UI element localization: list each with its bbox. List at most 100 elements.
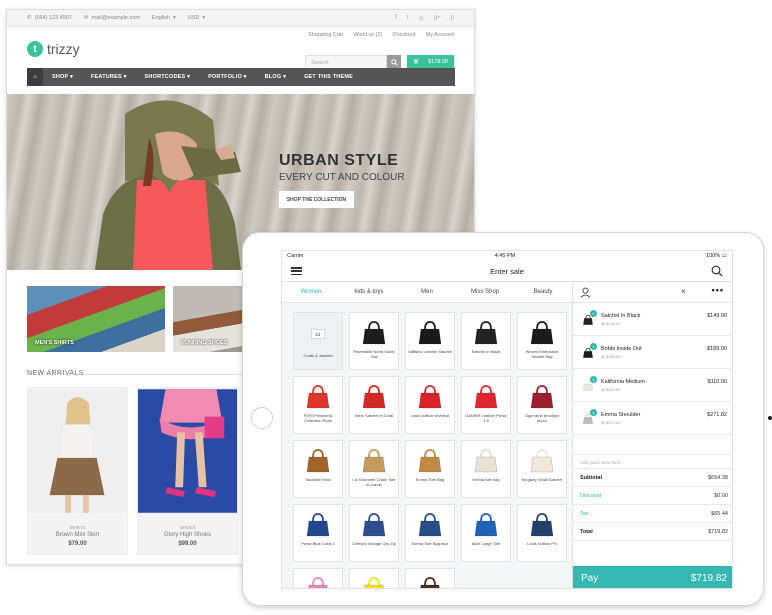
product-tile[interactable]: Louis Vuitton PH bbox=[517, 504, 567, 562]
facebook-icon[interactable]: f bbox=[395, 15, 397, 22]
cart-total: $178.00 bbox=[428, 59, 448, 65]
product-tile[interactable]: Oglo wine brooklyn purse bbox=[517, 376, 567, 434]
product-tile[interactable]: Liz Grommet Chain Tote in Camel bbox=[349, 440, 399, 498]
search-icon[interactable] bbox=[711, 265, 723, 277]
close-icon[interactable]: × bbox=[681, 287, 686, 296]
cart-line-item[interactable]: 1 Satchel In Black @ $149.00 $149.00 bbox=[573, 303, 732, 336]
tile-label: Emma tote bag bbox=[472, 477, 500, 482]
nav-item-shop[interactable]: SHOP ▾ bbox=[43, 74, 82, 80]
nav-item-features[interactable]: FEATURES ▾ bbox=[82, 74, 136, 80]
handbag-icon bbox=[360, 575, 388, 588]
product-name[interactable]: Brown Mini Skirt bbox=[28, 532, 127, 538]
product-tile[interactable] bbox=[349, 568, 399, 588]
cart-line-item[interactable]: 1 Emma Shoulder @ $271.82 $271.82 bbox=[573, 402, 732, 435]
my-account-link[interactable]: My Account bbox=[426, 32, 454, 38]
pinterest-icon[interactable]: p bbox=[451, 15, 454, 22]
category-tile[interactable]: 21 Coats & Jackets bbox=[293, 312, 343, 370]
tax-row[interactable]: Tax $65.44 bbox=[573, 505, 732, 523]
product-tile[interactable]: Satchel In Black bbox=[461, 312, 511, 370]
hamburger-menu-icon[interactable] bbox=[291, 267, 302, 275]
tile-label: Woven Embossed Handle Bag bbox=[525, 349, 559, 359]
cart-line-item[interactable]: 1 Bobbi Inside Out @ $189.00 $189.00 bbox=[573, 336, 732, 369]
product-card[interactable]: SKIRTS Brown Mini Skirt $79.00 bbox=[27, 387, 128, 555]
pay-button[interactable]: Pay $719.82 bbox=[573, 566, 732, 588]
language-select[interactable]: English ▾ bbox=[152, 15, 176, 21]
nav-label: BLOG bbox=[264, 74, 282, 80]
handbag-icon bbox=[304, 575, 332, 588]
product-tile[interactable]: FERI Primavera Collection Rose bbox=[293, 376, 343, 434]
battery-icon: ▭ bbox=[721, 253, 727, 259]
tile-label: Liz Grommet Chain Tote in Camel bbox=[352, 477, 396, 487]
nav-item-shortcodes[interactable]: SHORTCODES ▾ bbox=[136, 74, 200, 80]
checkout-link[interactable]: Checkout bbox=[392, 32, 415, 38]
category-tabs: Women kids & toys Men Miss Shop Beauty bbox=[282, 282, 572, 303]
nav-label: SHOP bbox=[52, 74, 69, 80]
wishlist-link[interactable]: WishList (2) bbox=[353, 32, 382, 38]
cart-button[interactable]: 🛒︎ $178.00 bbox=[407, 55, 454, 69]
product-tile[interactable]: Emma tote bag bbox=[461, 440, 511, 498]
customer-icon[interactable] bbox=[580, 287, 591, 298]
nav-label: FEATURES bbox=[91, 74, 122, 80]
product-tile[interactable]: Alice Large Tote bbox=[461, 504, 511, 562]
product-card[interactable]: SHOES Glory High Shoes $99.00 bbox=[137, 387, 238, 555]
nav-item-get-theme[interactable]: GET THIS THEME bbox=[295, 74, 362, 80]
product-tile[interactable]: Reversible North South Tote bbox=[349, 312, 399, 370]
tile-label: Kingsley Small Satchel bbox=[521, 477, 563, 482]
tab-men[interactable]: Men bbox=[398, 289, 456, 295]
more-options-icon[interactable]: ••• bbox=[712, 285, 724, 295]
logo[interactable]: t trizzy bbox=[27, 41, 80, 57]
product-tile[interactable]: Emma Tote Bag bbox=[405, 440, 455, 498]
shopping-cart-link[interactable]: Shopping Cart bbox=[308, 32, 343, 38]
carrier-label: Carrier bbox=[287, 253, 304, 259]
product-tile[interactable]: Emma Tote Bag blue bbox=[405, 504, 455, 562]
sale-panel: × ••• 1 Satchel In Black @ $149.00 $149.00 1… bbox=[572, 282, 732, 588]
mail-icon: ✉ bbox=[83, 15, 89, 21]
tile-label: FERI Primavera Collection Rose bbox=[303, 413, 333, 423]
search-button[interactable] bbox=[387, 55, 402, 69]
tab-beauty[interactable]: Beauty bbox=[514, 289, 572, 295]
product-tile[interactable]: Woven Embossed Handle Bag bbox=[517, 312, 567, 370]
search-input[interactable]: Search bbox=[305, 55, 388, 69]
tab-women[interactable]: Women bbox=[282, 289, 340, 295]
notes-input[interactable]: Add your notes here... bbox=[573, 454, 732, 469]
product-tile[interactable]: Studded Hobo bbox=[293, 440, 343, 498]
home-icon[interactable]: ⌂ bbox=[27, 68, 43, 86]
product-tile[interactable]: DANIER Leather Purse 1.5 bbox=[461, 376, 511, 434]
product-image bbox=[138, 389, 237, 513]
product-tile[interactable]: Louis vuitton neverfull bbox=[405, 376, 455, 434]
tile-label: Alice Large Tote bbox=[471, 541, 501, 546]
currency-select[interactable]: USD ▾ bbox=[188, 15, 205, 21]
handbag-icon bbox=[528, 383, 556, 411]
product-name[interactable]: Glory High Shoes bbox=[138, 532, 237, 538]
tile-label: Purse Blue Coral 2 bbox=[301, 541, 335, 546]
product-tile[interactable]: Purse Blue Coral 2 bbox=[293, 504, 343, 562]
googleplus-icon[interactable]: g+ bbox=[434, 15, 441, 22]
total-row: Total $719.82 bbox=[573, 523, 732, 541]
product-tile[interactable] bbox=[405, 568, 455, 588]
dribbble-icon[interactable]: ◎ bbox=[419, 15, 424, 22]
product-tile[interactable]: Saffiano Leather Satchel bbox=[405, 312, 455, 370]
tab-miss-shop[interactable]: Miss Shop bbox=[456, 289, 514, 295]
email-info[interactable]: ✉ mail@example.com bbox=[84, 15, 140, 21]
product-tile[interactable]: Kingsley Small Satchel bbox=[517, 440, 567, 498]
handbag-icon bbox=[360, 383, 388, 411]
subtotal-row: Subtotal $654.38 bbox=[573, 469, 732, 487]
item-unit-price: @ $110.00 bbox=[601, 387, 621, 392]
discount-row[interactable]: Discount $0.00 bbox=[573, 487, 732, 505]
cart-line-item[interactable]: 1 Kalifornia Medium @ $110.00 $110.00 bbox=[573, 369, 732, 402]
twitter-icon[interactable]: t bbox=[407, 15, 409, 22]
shop-collection-button[interactable]: SHOP THE COLLECTION bbox=[279, 191, 354, 208]
product-tile[interactable]: Irene Satchel in Coral bbox=[349, 376, 399, 434]
product-grid: 21 Coats & Jackets Reversible North South … bbox=[293, 312, 567, 588]
nav-item-blog[interactable]: BLOG ▾ bbox=[256, 74, 295, 80]
product-tile[interactable]: Chelsea Vintage City Zip bbox=[349, 504, 399, 562]
search-icon bbox=[390, 58, 398, 66]
tab-kids-toys[interactable]: kids & toys bbox=[340, 289, 398, 295]
category-mens-shirts[interactable]: MEN'S SHIRTS bbox=[27, 286, 165, 352]
quantity-badge: 1 bbox=[590, 376, 597, 383]
chevron-down-icon: ▾ bbox=[172, 15, 176, 21]
home-button[interactable] bbox=[251, 407, 273, 429]
product-tile[interactable] bbox=[293, 568, 343, 588]
item-unit-price: @ $149.00 bbox=[601, 321, 621, 326]
nav-item-portfolio[interactable]: PORTFOLIO ▾ bbox=[199, 74, 256, 80]
